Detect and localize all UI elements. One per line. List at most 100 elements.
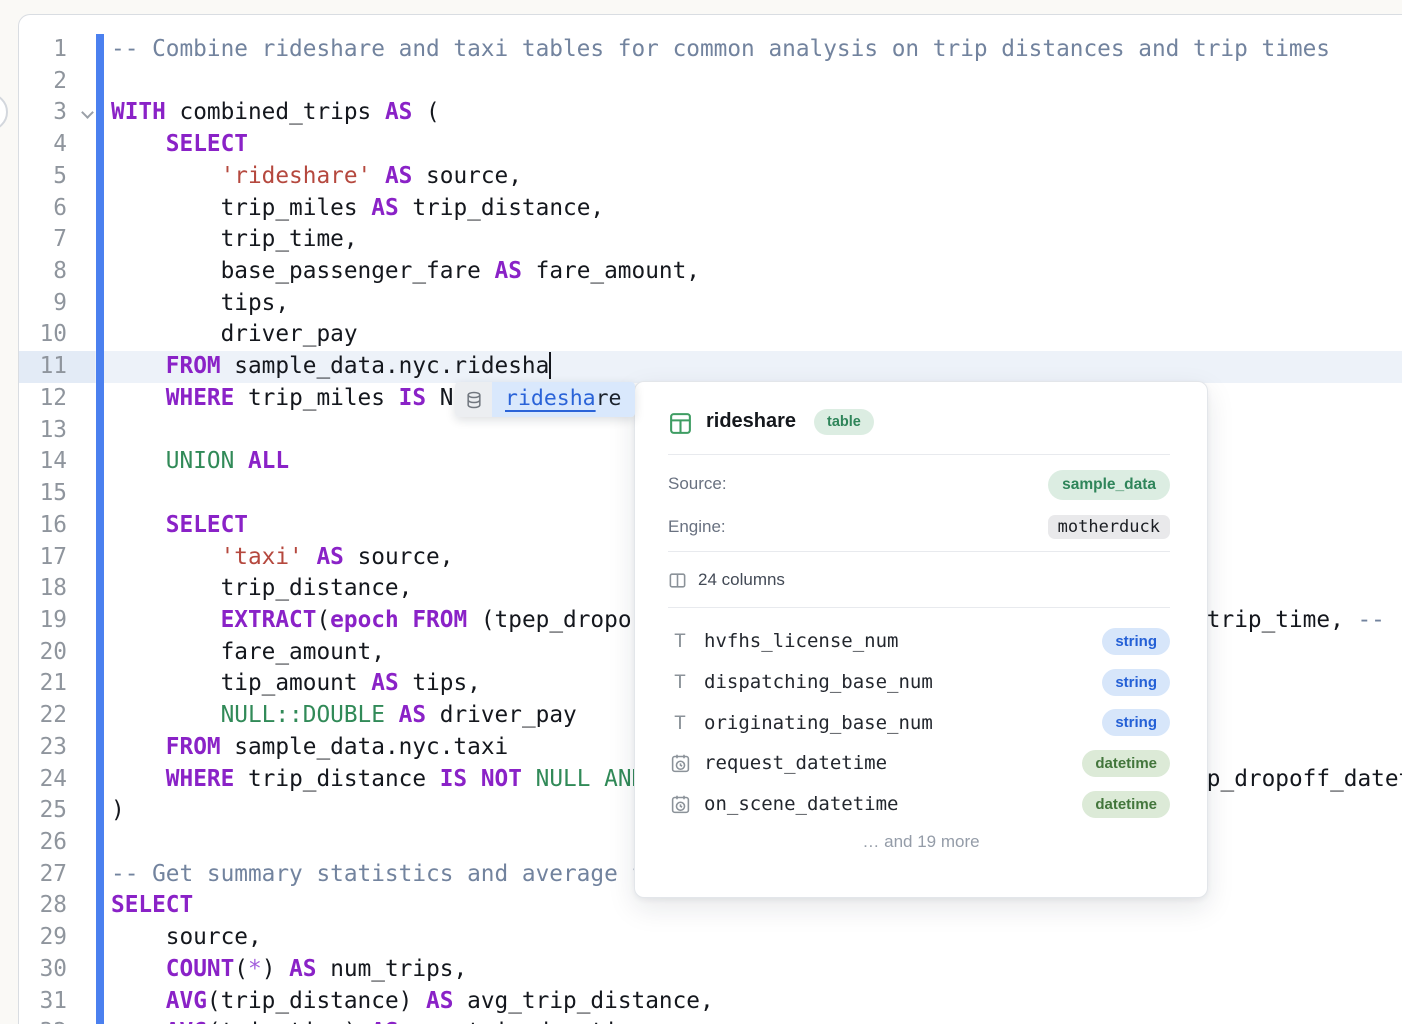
- line-number[interactable]: 8: [19, 256, 67, 288]
- text-type-icon: T: [668, 712, 692, 734]
- code-line[interactable]: 2: [19, 66, 1402, 98]
- line-number[interactable]: 20: [19, 637, 67, 669]
- column-type-badge: datetime: [1082, 750, 1170, 777]
- code-text: FROM sample_data.nyc.ridesha: [111, 351, 551, 383]
- fold-chevron-icon[interactable]: [81, 107, 94, 120]
- line-number[interactable]: 13: [19, 415, 67, 447]
- table-name: rideshare: [706, 410, 796, 433]
- page: 1 -- Combine rideshare and taxi tables fo…: [0, 0, 1402, 1024]
- line-number[interactable]: 12: [19, 383, 67, 415]
- code-text: tip_amount AS tips,: [111, 668, 481, 700]
- code-text: WITH combined_trips AS (: [111, 97, 440, 129]
- code-text: source,: [111, 922, 262, 954]
- engine-label: Engine:: [668, 517, 726, 537]
- line-number[interactable]: 5: [19, 161, 67, 193]
- columns-icon: [668, 571, 687, 590]
- code-text: SELECT: [111, 129, 248, 161]
- autocomplete-item-rideshare[interactable]: rideshare: [492, 382, 635, 417]
- code-line[interactable]: 32 AVG(trip_time) AS avg_trip_duration,: [19, 1017, 1402, 1024]
- code-line[interactable]: 5 'rideshare' AS source,: [19, 161, 1402, 193]
- column-type-badge: string: [1102, 628, 1170, 655]
- line-number[interactable]: 24: [19, 764, 67, 796]
- line-number[interactable]: 29: [19, 922, 67, 954]
- line-number[interactable]: 16: [19, 510, 67, 542]
- code-line[interactable]: 8 base_passenger_fare AS fare_amount,: [19, 256, 1402, 288]
- code-text: UNION ALL: [111, 446, 289, 478]
- code-text: SELECT: [111, 510, 248, 542]
- column-name: dispatching_base_num: [704, 671, 933, 693]
- text-cursor: [549, 352, 551, 379]
- line-number[interactable]: 2: [19, 66, 67, 98]
- code-text: trip_time,: [111, 224, 358, 256]
- line-number[interactable]: 4: [19, 129, 67, 161]
- column-name: request_datetime: [704, 752, 887, 774]
- code-line[interactable]: 11 FROM sample_data.nyc.ridesha: [19, 351, 1402, 383]
- line-number[interactable]: 9: [19, 288, 67, 320]
- line-number[interactable]: 14: [19, 446, 67, 478]
- table-icon: [668, 411, 693, 441]
- line-number[interactable]: 19: [19, 605, 67, 637]
- code-text: tips,: [111, 288, 289, 320]
- code-text: -- Combine rideshare and taxi tables for…: [111, 34, 1330, 66]
- source-badge: sample_data: [1048, 470, 1170, 500]
- line-number[interactable]: 25: [19, 795, 67, 827]
- line-number[interactable]: 22: [19, 700, 67, 732]
- autocomplete-match-text: ridesha: [505, 386, 596, 411]
- code-text: trip_miles AS trip_distance,: [111, 193, 604, 225]
- code-line[interactable]: 9 tips,: [19, 288, 1402, 320]
- code-line[interactable]: 1 -- Combine rideshare and taxi tables fo…: [19, 34, 1402, 66]
- line-number[interactable]: 18: [19, 573, 67, 605]
- column-name: on_scene_datetime: [704, 793, 898, 815]
- code-text: COUNT(*) AS num_trips,: [111, 954, 467, 986]
- peek-button[interactable]: [0, 93, 8, 131]
- code-text: FROM sample_data.nyc.taxi: [111, 732, 508, 764]
- line-number[interactable]: 30: [19, 954, 67, 986]
- code-text: base_passenger_fare AS fare_amount,: [111, 256, 700, 288]
- divider: [668, 551, 1170, 552]
- line-number[interactable]: 21: [19, 668, 67, 700]
- line-number[interactable]: 1: [19, 34, 67, 66]
- code-text: fare_amount,: [111, 637, 385, 669]
- line-number[interactable]: 32: [19, 1017, 67, 1024]
- code-line[interactable]: 7 trip_time,: [19, 224, 1402, 256]
- table-type-badge: table: [814, 409, 874, 435]
- columns-count-row: 24 columns: [668, 570, 785, 590]
- code-line[interactable]: 3 WITH combined_trips AS (: [19, 97, 1402, 129]
- code-line[interactable]: 30 COUNT(*) AS num_trips,: [19, 954, 1402, 986]
- line-number[interactable]: 10: [19, 319, 67, 351]
- code-line[interactable]: 4 SELECT: [19, 129, 1402, 161]
- autocomplete-popup[interactable]: rideshare: [455, 382, 635, 417]
- line-number[interactable]: 6: [19, 193, 67, 225]
- text-type-icon: T: [668, 630, 692, 652]
- code-text: 'rideshare' AS source,: [111, 161, 522, 193]
- code-text: NULL::DOUBLE AS driver_pay: [111, 700, 577, 732]
- line-number[interactable]: 31: [19, 986, 67, 1018]
- line-number[interactable]: 17: [19, 542, 67, 574]
- line-number[interactable]: 23: [19, 732, 67, 764]
- code-line[interactable]: 6 trip_miles AS trip_distance,: [19, 193, 1402, 225]
- column-name: originating_base_num: [704, 712, 933, 734]
- code-text: trip_distance,: [111, 573, 412, 605]
- datetime-type-icon: [668, 794, 692, 815]
- column-list: Thvfhs_license_numstringTdispatching_bas…: [668, 621, 1170, 824]
- line-number[interactable]: 15: [19, 478, 67, 510]
- line-number[interactable]: 26: [19, 827, 67, 859]
- code-line[interactable]: 31 AVG(trip_distance) AS avg_trip_distan…: [19, 986, 1402, 1018]
- line-number[interactable]: 28: [19, 890, 67, 922]
- code-text: driver_pay: [111, 319, 358, 351]
- column-row: Toriginating_base_numstring: [668, 702, 1170, 743]
- code-text: ): [111, 795, 125, 827]
- line-number[interactable]: 3: [19, 97, 67, 129]
- code-line[interactable]: 29 source,: [19, 922, 1402, 954]
- columns-count: 24 columns: [698, 570, 785, 590]
- line-number[interactable]: 11: [19, 351, 67, 383]
- column-row: request_datetime datetime: [668, 743, 1170, 784]
- line-number[interactable]: 27: [19, 859, 67, 891]
- database-icon: [455, 382, 492, 417]
- datetime-type-icon: [668, 753, 692, 774]
- engine-badge: motherduck: [1048, 515, 1170, 539]
- line-number[interactable]: 7: [19, 224, 67, 256]
- divider: [668, 607, 1170, 608]
- code-line[interactable]: 10 driver_pay: [19, 319, 1402, 351]
- code-text: WHERE trip_miles IS N: [111, 383, 453, 415]
